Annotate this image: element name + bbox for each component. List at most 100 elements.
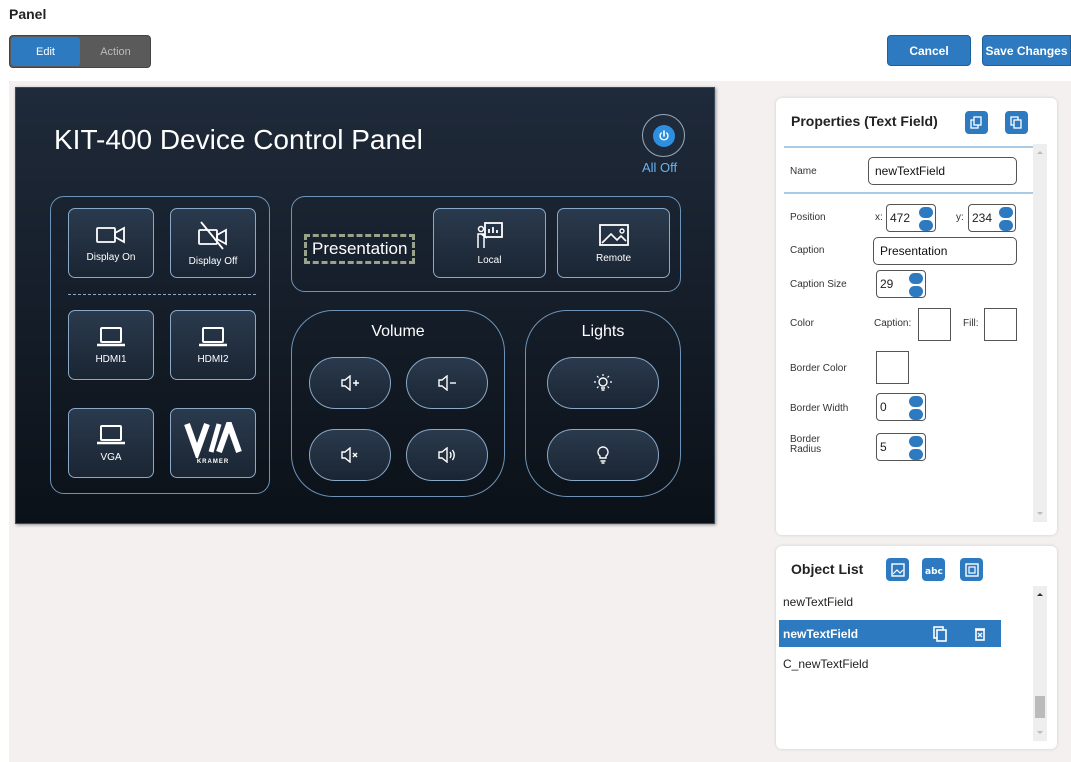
local-button[interactable]: Local [433,208,546,278]
add-text-button[interactable]: abc [922,558,945,581]
unmute-button[interactable] [406,429,488,481]
hdmi1-button[interactable]: HDMI1 [68,310,154,380]
increment-icon[interactable] [909,436,923,447]
mute-icon [341,447,358,463]
decrement-icon[interactable] [999,220,1013,231]
device-control-panel[interactable]: KIT-400 Device Control Panel All Off Dis… [15,87,715,524]
decrement-icon[interactable] [919,220,933,231]
edit-mode-button[interactable]: Edit [11,37,80,66]
border-width-value: 0 [880,400,887,414]
delete-icon[interactable] [974,627,986,641]
lightbulb-on-icon [594,374,612,391]
vga-label: VGA [100,451,122,463]
scroll-thumb[interactable] [1035,696,1045,718]
divider [784,146,1034,148]
vga-button[interactable]: VGA [68,408,154,478]
scroll-down-icon[interactable] [1033,727,1047,739]
volume-title: Volume [371,323,425,340]
caption-size-input[interactable]: 29 [876,270,926,298]
name-input[interactable]: newTextField [868,157,1017,185]
presentation-text-field[interactable]: Presentation [304,234,416,264]
lights-off-button[interactable] [547,429,659,481]
list-item-selected[interactable]: newTextField [779,620,1001,647]
border-radius-label: Border Radius [790,435,821,455]
increment-icon[interactable] [909,396,923,407]
action-mode-button[interactable]: Action [81,36,150,67]
all-off-label: All Off [642,160,678,175]
border-width-input[interactable]: 0 [876,393,926,421]
lights-on-button[interactable] [547,357,659,409]
display-on-label: Display On [86,251,136,263]
cancel-button[interactable]: Cancel [887,35,971,66]
position-label: Position [790,212,826,223]
display-off-button[interactable]: Display Off [170,208,256,278]
save-changes-button[interactable]: Save Changes [982,35,1071,66]
list-item[interactable]: newTextField [779,588,1001,615]
hdmi1-label: HDMI1 [95,353,127,365]
remote-button[interactable]: Remote [557,208,670,278]
decrement-icon[interactable] [909,286,923,297]
caption-color-picker[interactable] [918,308,951,341]
decrement-icon[interactable] [909,409,923,420]
sources-group[interactable]: Presentation Local Remote [291,196,681,292]
scroll-up-icon[interactable] [1033,146,1047,158]
object-list-panel: Object List abc newTextField newTextFiel… [776,546,1057,749]
add-image-button[interactable] [886,558,909,581]
image-icon [890,562,905,577]
speaker-icon [438,447,455,463]
position-x-value: 472 [890,211,911,225]
camera-off-icon [198,220,227,250]
properties-scrollbar[interactable] [1033,144,1047,522]
volume-down-button[interactable] [406,357,488,409]
scroll-up-icon[interactable] [1033,588,1047,600]
mute-button[interactable] [309,429,391,481]
border-radius-label-line2: Radius [790,444,822,455]
caption-size-value: 29 [880,277,894,291]
copy-properties-button[interactable] [965,111,988,134]
caption-size-label: Caption Size [790,279,847,290]
border-radius-input[interactable]: 5 [876,433,926,461]
copy-icon [970,116,982,129]
mode-toggle[interactable]: Edit Action [9,35,151,68]
kramer-logo-tile[interactable]: KRAMER [170,408,256,478]
position-y-label: y: [956,212,964,223]
position-x-input[interactable]: 472 [886,204,936,232]
name-label: Name [790,166,817,177]
paste-icon [1010,116,1022,129]
laptop-icon [199,326,227,346]
list-item[interactable]: C_newTextField [779,650,1001,677]
increment-icon[interactable] [919,207,933,218]
increment-icon[interactable] [999,207,1013,218]
border-radius-value: 5 [880,440,887,454]
presenter-icon [476,221,503,248]
panel-title[interactable]: KIT-400 Device Control Panel [54,124,423,156]
fill-color-label: Fill: [963,318,979,329]
lightbulb-off-icon [597,446,609,464]
add-button-object-button[interactable] [960,558,983,581]
position-y-input[interactable]: 234 [968,204,1016,232]
duplicate-icon[interactable] [933,626,947,642]
volume-up-button[interactable] [309,357,391,409]
caption-label: Caption [790,245,825,256]
text-icon: abc [925,567,943,575]
display-on-button[interactable]: Display On [68,208,154,278]
inputs-group[interactable]: Display On Display Off HDMI1 HDMI2 VGA K… [50,196,270,494]
properties-panel: Properties (Text Field) Name newTextFiel… [776,98,1057,535]
fill-color-picker[interactable] [984,308,1017,341]
increment-icon[interactable] [909,273,923,284]
volume-group[interactable]: Volume [291,310,505,497]
display-off-label: Display Off [188,255,238,267]
divider [68,294,256,295]
volume-down-icon [438,375,456,391]
paste-properties-button[interactable] [1005,111,1028,134]
all-off-button[interactable] [642,114,685,157]
border-color-picker[interactable] [876,351,909,384]
object-list-scrollbar[interactable] [1033,586,1047,741]
lights-group[interactable]: Lights [525,310,681,497]
power-icon [652,124,675,147]
decrement-icon[interactable] [909,449,923,460]
hdmi2-button[interactable]: HDMI2 [170,310,256,380]
scroll-down-icon[interactable] [1033,508,1047,520]
laptop-icon [97,326,125,346]
caption-input[interactable]: Presentation [873,237,1017,265]
